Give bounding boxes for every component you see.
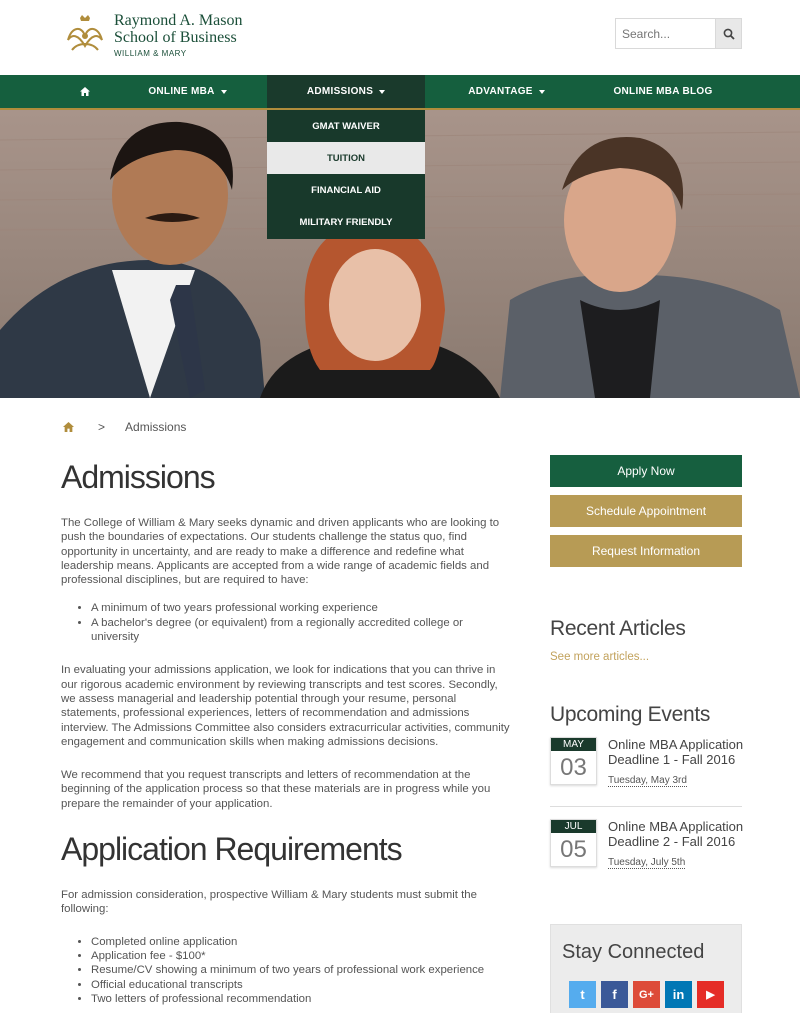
list-item: A bachelor's degree (or equivalent) from… [91, 616, 513, 645]
list-item: A minimum of two years professional work… [91, 601, 513, 615]
nav-blog-label: ONLINE MBA BLOG [613, 86, 713, 97]
event-date-text: Tuesday, May 3rd [608, 775, 687, 787]
nav-admissions[interactable]: ADMISSIONS [267, 75, 425, 108]
main-nav: ONLINE MBA ADMISSIONS ADVANTAGE ONLINE M… [0, 75, 800, 110]
menu-item-gmat-waiver[interactable]: GMAT WAIVER [267, 110, 425, 142]
home-icon [80, 87, 90, 96]
upcoming-events-heading: Upcoming Events [550, 703, 711, 726]
event-title[interactable]: Online MBA Application Deadline 1 - Fall… [608, 737, 744, 767]
social-links: t f G+ in ▶ [569, 981, 729, 1008]
event-item[interactable]: MAY 03 Online MBA Application Deadline 1… [550, 737, 744, 807]
breadcrumb: > Admissions [63, 420, 186, 434]
logo-line2: School of Business [114, 29, 237, 46]
stay-connected-heading: Stay Connected [562, 941, 705, 963]
page-title: Admissions [61, 459, 216, 495]
nav-advantage-label: ADVANTAGE [468, 86, 533, 97]
main-content: Admissions The College of William & Mary… [61, 455, 513, 1006]
apply-now-button[interactable]: Apply Now [550, 455, 742, 487]
list-item: Official educational transcripts [91, 978, 513, 992]
evaluation-paragraph: In evaluating your admissions applicatio… [61, 664, 510, 748]
section-title: Application Requirements [61, 831, 403, 868]
site-header: Raymond A. Mason School of Business WILL… [0, 0, 800, 75]
nav-admissions-label: ADMISSIONS [306, 86, 374, 97]
event-month: MAY [551, 738, 596, 751]
list-item: Resume/CV showing a minimum of two years… [91, 963, 513, 977]
chevron-down-icon [379, 89, 386, 94]
logo-line3: WILLIAM & MARY [114, 49, 187, 58]
logo-text: Raymond A. Mason School of Business WILL… [114, 12, 242, 58]
search-icon [723, 28, 735, 40]
breadcrumb-separator: > [98, 420, 106, 434]
event-date-badge: MAY 03 [550, 737, 597, 785]
facebook-icon[interactable]: f [601, 981, 628, 1008]
stay-connected-box: Stay Connected t f G+ in ▶ [550, 924, 742, 1013]
list-item: Two letters of professional recommendati… [91, 992, 513, 1006]
menu-item-military-friendly[interactable]: MILITARY FRIENDLY [267, 206, 425, 238]
intro-paragraph: The College of William & Mary seeks dyna… [61, 517, 500, 587]
youtube-icon[interactable]: ▶ [697, 981, 724, 1008]
breadcrumb-current: Admissions [125, 420, 187, 434]
menu-item-financial-aid[interactable]: FINANCIAL AID [267, 174, 425, 206]
request-information-button[interactable]: Request Information [550, 535, 742, 567]
cypher-crest-icon [67, 15, 103, 51]
section-intro: For admission consideration, prospective… [61, 889, 477, 916]
event-date-text: Tuesday, July 5th [608, 857, 686, 869]
event-date-badge: JUL 05 [550, 819, 597, 867]
event-month: JUL [551, 820, 596, 833]
nav-online-mba-label: ONLINE MBA [148, 86, 215, 97]
sidebar: Apply Now Schedule Appointment Request I… [550, 455, 744, 889]
list-item: Completed online application [91, 935, 513, 949]
logo-line1: Raymond A. Mason [114, 12, 243, 29]
event-title[interactable]: Online MBA Application Deadline 2 - Fall… [608, 819, 744, 849]
recent-articles-heading: Recent Articles [550, 617, 686, 640]
home-icon[interactable] [63, 422, 74, 432]
see-more-articles-link[interactable]: See more articles... [550, 651, 742, 663]
search-input[interactable] [616, 19, 715, 48]
google-plus-icon[interactable]: G+ [633, 981, 660, 1008]
school-logo[interactable]: Raymond A. Mason School of Business WILL… [62, 12, 242, 58]
search-box [615, 18, 742, 49]
chevron-down-icon [220, 89, 227, 94]
nav-advantage[interactable]: ADVANTAGE [425, 75, 588, 108]
nav-home[interactable] [62, 75, 108, 108]
linkedin-icon[interactable]: in [665, 981, 692, 1008]
recommend-paragraph: We recommend that you request transcript… [61, 769, 491, 810]
menu-item-tuition[interactable]: TUITION [267, 142, 425, 174]
submit-list: Completed online application Application… [91, 935, 513, 1006]
schedule-appointment-button[interactable]: Schedule Appointment [550, 495, 742, 527]
event-day: 03 [560, 754, 587, 781]
event-item[interactable]: JUL 05 Online MBA Application Deadline 2… [550, 819, 744, 889]
nav-online-mba-blog[interactable]: ONLINE MBA BLOG [588, 75, 738, 108]
admissions-dropdown-menu: GMAT WAIVER TUITION FINANCIAL AID MILITA… [267, 110, 425, 239]
requirements-list: A minimum of two years professional work… [91, 601, 513, 644]
event-day: 05 [560, 836, 587, 863]
chevron-down-icon [538, 89, 545, 94]
twitter-icon[interactable]: t [569, 981, 596, 1008]
list-item: Application fee - $100* [91, 949, 513, 963]
nav-online-mba[interactable]: ONLINE MBA [108, 75, 267, 108]
search-button[interactable] [715, 19, 741, 48]
